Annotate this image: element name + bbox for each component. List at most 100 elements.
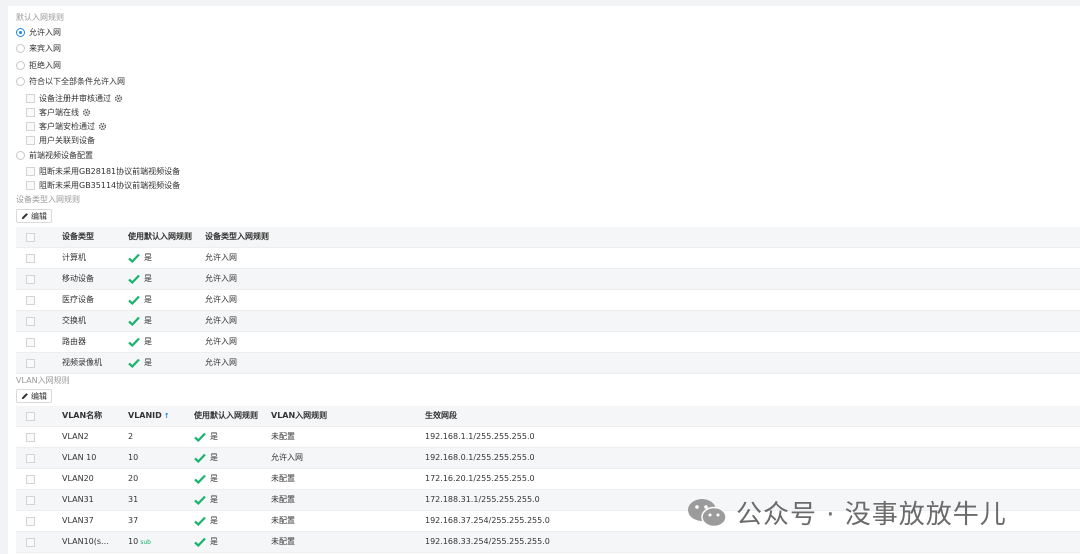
table-row[interactable]: 移动设备 是 允许入网 bbox=[16, 269, 1080, 290]
checkbox[interactable] bbox=[26, 180, 35, 190]
header-use-default[interactable]: 使用默认入网规则 bbox=[194, 406, 258, 426]
cell-use-default: 是 bbox=[194, 427, 218, 447]
cell-vlan-id: 10 sub bbox=[128, 537, 151, 546]
vlan-edit-button[interactable]: 编辑 bbox=[16, 389, 52, 403]
row-checkbox[interactable] bbox=[26, 338, 39, 347]
cell-device-type: 路由器 bbox=[62, 337, 86, 346]
row-checkbox[interactable] bbox=[26, 538, 39, 547]
row-checkbox[interactable] bbox=[26, 496, 39, 505]
cell-use-default: 是 bbox=[194, 490, 218, 510]
cell-use-default: 是 bbox=[194, 532, 218, 552]
header-vlan-rule[interactable]: VLAN入网规则 bbox=[271, 406, 327, 426]
cell-vlan-id: 31 bbox=[128, 495, 139, 504]
cell-use-default: 是 bbox=[128, 269, 152, 289]
condition-label: 用户关联到设备 bbox=[39, 135, 95, 145]
device-edit-button[interactable]: 编辑 bbox=[16, 209, 52, 223]
cell-segment: 172.16.20.1/255.255.255.0 bbox=[425, 474, 535, 483]
checkbox[interactable] bbox=[26, 93, 35, 103]
option-conditional[interactable]: 符合以下全部条件允许入网 bbox=[16, 75, 125, 87]
check-icon bbox=[194, 432, 206, 442]
gear-icon[interactable] bbox=[114, 94, 123, 103]
table-row[interactable]: VLAN20 20 是 未配置 172.16.20.1/255.255.255.0 bbox=[16, 469, 1080, 490]
condition-online[interactable]: 客户端在线 bbox=[26, 106, 91, 118]
radio-icon[interactable] bbox=[16, 43, 25, 53]
radio-icon[interactable] bbox=[16, 60, 25, 70]
option-guest[interactable]: 来宾入网 bbox=[16, 42, 61, 54]
cell-device-type: 移动设备 bbox=[62, 274, 94, 283]
condition-user-linked[interactable]: 用户关联到设备 bbox=[26, 134, 95, 146]
row-checkbox[interactable] bbox=[26, 454, 39, 463]
option-front-video[interactable]: 前端视频设备配置 bbox=[16, 149, 93, 161]
checkbox[interactable] bbox=[26, 166, 35, 176]
table-header: VLAN名称 VLANID ↑ 使用默认入网规则 VLAN入网规则 生效网段 bbox=[16, 406, 1080, 427]
cell-vlan-id: 10 bbox=[128, 453, 139, 462]
sort-arrow-icon[interactable]: ↑ bbox=[164, 412, 170, 420]
table-row[interactable]: 交换机 是 允许入网 bbox=[16, 311, 1080, 332]
condition-label: 阻断未采用GB28181协议前端视频设备 bbox=[39, 166, 181, 176]
cell-use-default: 是 bbox=[128, 311, 152, 331]
header-segment[interactable]: 生效网段 bbox=[425, 406, 457, 426]
cell-vlan-name: VLAN 10 bbox=[62, 453, 97, 462]
row-checkbox[interactable] bbox=[26, 254, 39, 263]
condition-security-check[interactable]: 客户端安检通过 bbox=[26, 120, 107, 132]
row-checkbox[interactable] bbox=[26, 317, 39, 326]
radio-selected-icon[interactable] bbox=[16, 27, 25, 37]
check-icon bbox=[194, 453, 206, 463]
table-row[interactable]: 路由器 是 允许入网 bbox=[16, 332, 1080, 353]
header-vlan-id[interactable]: VLANID ↑ bbox=[128, 406, 170, 426]
table-row[interactable]: VLAN2 2 是 未配置 192.168.1.1/255.255.255.0 bbox=[16, 427, 1080, 448]
cell-type-rule: 允许入网 bbox=[205, 295, 237, 304]
checkbox[interactable] bbox=[26, 121, 35, 131]
cell-device-type: 医疗设备 bbox=[62, 295, 94, 304]
cell-type-rule: 允许入网 bbox=[205, 274, 237, 283]
header-vlan-name[interactable]: VLAN名称 bbox=[62, 406, 102, 426]
row-checkbox[interactable] bbox=[26, 275, 39, 284]
cell-vlan-name: VLAN10(s... bbox=[62, 537, 109, 546]
cell-use-default: 是 bbox=[194, 469, 218, 489]
row-checkbox[interactable] bbox=[26, 296, 39, 305]
option-allow[interactable]: 允许入网 bbox=[16, 26, 61, 38]
select-all-checkbox[interactable] bbox=[26, 412, 39, 421]
cell-device-type: 交换机 bbox=[62, 316, 86, 325]
edit-label: 编辑 bbox=[31, 391, 47, 401]
checkbox[interactable] bbox=[26, 107, 35, 117]
row-checkbox[interactable] bbox=[26, 517, 39, 526]
header-use-default[interactable]: 使用默认入网规则 bbox=[128, 227, 192, 247]
edit-label: 编辑 bbox=[31, 211, 47, 221]
option-label: 拒绝入网 bbox=[29, 60, 61, 70]
cell-vlan-rule: 允许入网 bbox=[271, 453, 303, 462]
select-all-checkbox[interactable] bbox=[26, 233, 39, 242]
cell-vlan-id: 20 bbox=[128, 474, 139, 483]
option-deny[interactable]: 拒绝入网 bbox=[16, 59, 61, 71]
cell-segment: 192.168.0.1/255.255.255.0 bbox=[425, 453, 535, 462]
front-condition-gb35114[interactable]: 阻断未采用GB35114协议前端视频设备 bbox=[26, 179, 180, 191]
sub-badge: sub bbox=[140, 539, 151, 546]
header-type-rule[interactable]: 设备类型入网规则 bbox=[205, 227, 269, 247]
cell-segment: 192.168.33.254/255.255.255.0 bbox=[425, 537, 550, 546]
cell-vlan-name: VLAN31 bbox=[62, 495, 94, 504]
cell-type-rule: 允许入网 bbox=[205, 337, 237, 346]
table-row[interactable]: 医疗设备 是 允许入网 bbox=[16, 290, 1080, 311]
gear-icon[interactable] bbox=[82, 108, 91, 117]
row-checkbox[interactable] bbox=[26, 433, 39, 442]
table-row[interactable]: 计算机 是 允许入网 bbox=[16, 248, 1080, 269]
cell-device-type: 计算机 bbox=[62, 253, 86, 262]
cell-vlan-name: VLAN20 bbox=[62, 474, 94, 483]
row-checkbox[interactable] bbox=[26, 475, 39, 484]
option-label: 来宾入网 bbox=[29, 43, 61, 53]
option-label: 符合以下全部条件允许入网 bbox=[29, 76, 125, 86]
gear-icon[interactable] bbox=[98, 122, 107, 131]
cell-vlan-rule: 未配置 bbox=[271, 516, 295, 525]
checkbox[interactable] bbox=[26, 135, 35, 145]
condition-registered[interactable]: 设备注册并审核通过 bbox=[26, 92, 123, 104]
header-device-type[interactable]: 设备类型 bbox=[62, 227, 94, 247]
table-row[interactable]: VLAN 10 10 是 允许入网 192.168.0.1/255.255.255.0 bbox=[16, 448, 1080, 469]
cell-vlan-rule: 未配置 bbox=[271, 474, 295, 483]
table-row[interactable]: 视频录像机 是 允许入网 bbox=[16, 353, 1080, 374]
front-condition-gb28181[interactable]: 阻断未采用GB28181协议前端视频设备 bbox=[26, 165, 180, 177]
radio-icon[interactable] bbox=[16, 76, 25, 86]
table-row[interactable]: VLAN10(s... 10 sub 是 未配置 192.168.33.254/255.2… bbox=[16, 532, 1080, 553]
radio-icon[interactable] bbox=[16, 150, 25, 160]
check-icon bbox=[128, 358, 140, 368]
row-checkbox[interactable] bbox=[26, 359, 39, 368]
